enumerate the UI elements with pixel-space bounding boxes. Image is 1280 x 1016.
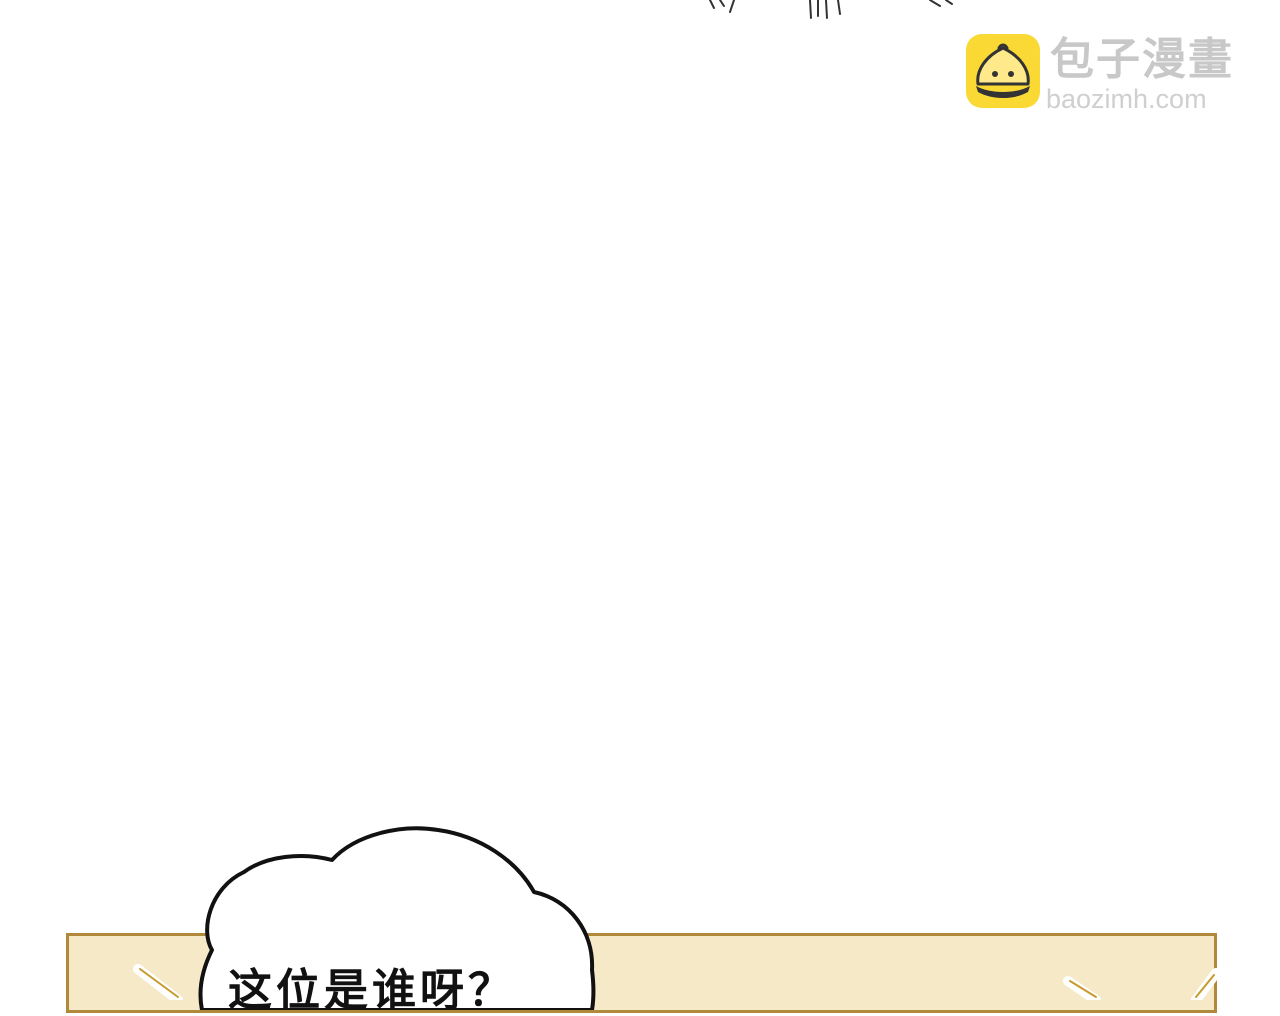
site-watermark: 包子漫畫 baozimh.com <box>966 34 1256 114</box>
bun-mascot-icon <box>966 34 1040 108</box>
ink-sketch-marks <box>709 0 953 19</box>
speech-bubble-text: 这位是谁呀？ <box>228 965 516 1016</box>
watermark-site-name: 包子漫畫 <box>1050 34 1234 85</box>
comic-page: 包子漫畫 baozimh.com 这位是谁呀？ <box>0 0 1280 1016</box>
watermark-site-url: baozimh.com <box>1046 84 1207 114</box>
